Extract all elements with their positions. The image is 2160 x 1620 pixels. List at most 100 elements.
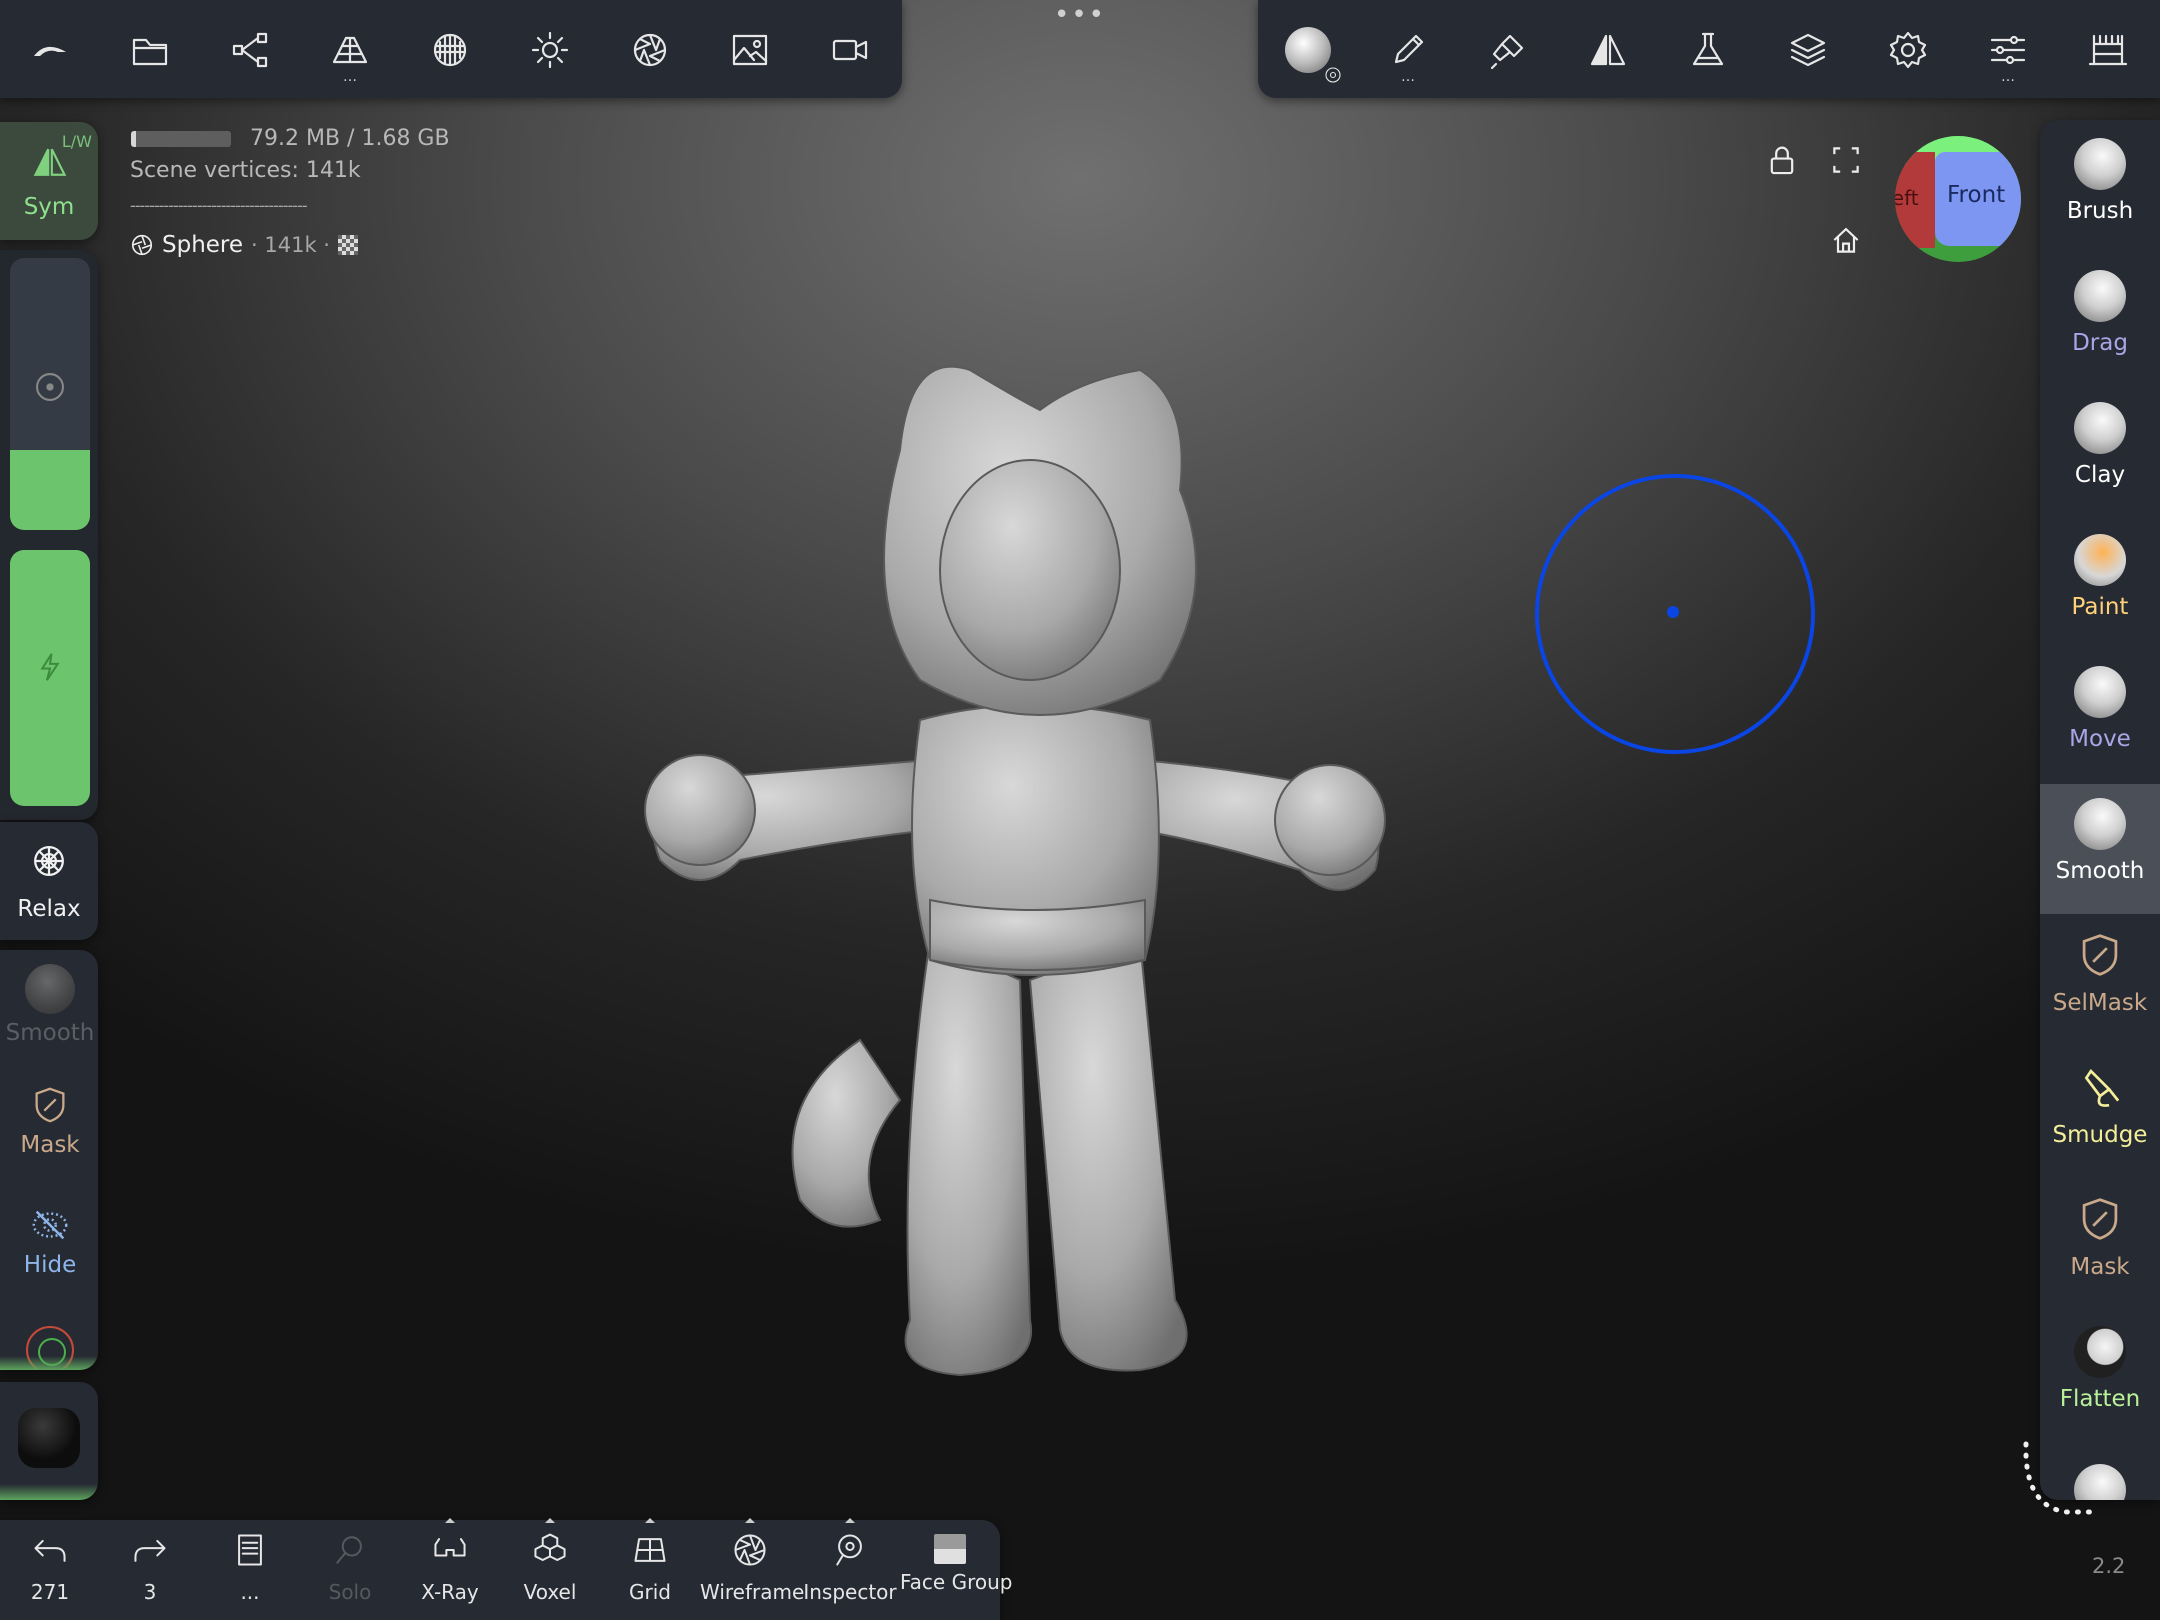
material-preview[interactable]	[0, 1382, 98, 1500]
right-tool-smudge[interactable]: Smudge	[2040, 1048, 2160, 1178]
bottom-tool-xray-glasses[interactable]: X-Ray	[400, 1518, 500, 1604]
smudge-tool-icon	[2074, 1062, 2126, 1114]
stroke-path-icon[interactable]	[2010, 1436, 2100, 1520]
memory-bar-fill	[131, 131, 136, 147]
top-left-toolbar: …	[0, 0, 902, 98]
view-cube[interactable]: Left Front	[1895, 136, 2021, 262]
selmask-tool-icon	[2074, 930, 2126, 982]
right-tool-label: Brush	[2066, 198, 2134, 224]
bottom-tool-voxel[interactable]: Voxel	[500, 1518, 600, 1604]
folder-icon[interactable]	[122, 22, 178, 78]
left-hide-tool[interactable]: Hide	[0, 1204, 98, 1278]
paint-icon[interactable]	[1480, 22, 1536, 78]
lightning-icon	[40, 653, 60, 681]
right-tool-label: Paint	[2071, 594, 2129, 620]
right-tool-clay[interactable]: Clay	[2040, 388, 2160, 518]
intensity-slider[interactable]	[10, 550, 90, 806]
redo-icon	[100, 1530, 200, 1574]
right-tool-flatten[interactable]: Flatten	[2040, 1312, 2160, 1442]
move-tool-icon	[2074, 666, 2126, 718]
brush-tool-icon	[2074, 138, 2126, 190]
bottom-tool-label: Inspector	[803, 1580, 897, 1604]
bottom-tool-label: 3	[143, 1580, 157, 1604]
version-label: 2.2	[2092, 1554, 2126, 1578]
right-tool-mask[interactable]: Mask	[2040, 1180, 2160, 1310]
sym-label: Sym	[23, 194, 75, 220]
material-sphere-icon[interactable]	[422, 22, 478, 78]
right-tool-drag[interactable]: Drag	[2040, 256, 2160, 386]
left-smooth-tool[interactable]: Smooth	[0, 964, 98, 1046]
postprocess-icon[interactable]	[2080, 22, 2136, 78]
camera-icon[interactable]	[822, 22, 878, 78]
bottom-tool-book[interactable]: ...	[200, 1530, 300, 1604]
fullscreen-icon[interactable]	[1830, 144, 1862, 176]
bottom-tool-redo[interactable]: 3	[100, 1530, 200, 1604]
right-tool-move[interactable]: Move	[2040, 652, 2160, 782]
bottom-tool-inspector[interactable]: Inspector	[800, 1518, 900, 1604]
right-tool-label: Smooth	[2055, 858, 2145, 884]
right-tool-paint[interactable]: Paint	[2040, 520, 2160, 650]
sculpt-model[interactable]	[600, 340, 1420, 1420]
right-tool-label: SelMask	[2052, 990, 2148, 1016]
bottom-tool-grid[interactable]: Grid	[600, 1518, 700, 1604]
object-row[interactable]: Sphere · 141k ·	[130, 230, 358, 260]
bottom-tool-face-group[interactable]: Face Group	[900, 1530, 1013, 1594]
home-view-icon[interactable]	[1830, 224, 1862, 256]
more-options-dots[interactable]: •••	[1050, 0, 1110, 36]
bottom-tool-wireframe[interactable]: Wireframe	[700, 1518, 804, 1604]
mask-tool-icon	[2074, 1194, 2126, 1246]
symmetry-icon[interactable]	[1580, 22, 1636, 78]
radius-slider[interactable]	[10, 258, 90, 530]
symmetry-toggle-icon	[33, 148, 67, 176]
smooth-ball-icon	[25, 964, 75, 1014]
left-panel-green-glow	[0, 1356, 98, 1370]
right-tool-smooth[interactable]: Smooth	[2040, 784, 2160, 914]
brush-icon[interactable]: …	[1380, 22, 1436, 84]
relax-button[interactable]: Relax	[0, 822, 98, 940]
left-mask-tool[interactable]: Mask	[0, 1084, 98, 1158]
sphere-object-icon	[131, 234, 153, 256]
relax-web-icon	[34, 846, 64, 876]
settings-icon[interactable]	[1880, 22, 1936, 78]
bottom-tool-undo[interactable]: 271	[0, 1530, 100, 1604]
brush-cursor	[1535, 474, 1815, 754]
sym-button[interactable]: L/W Sym	[0, 122, 98, 240]
flask-icon[interactable]	[1680, 22, 1736, 78]
nomad-logo-icon[interactable]	[22, 22, 78, 78]
smooth-tool-icon	[2074, 798, 2126, 850]
lock-icon[interactable]	[1766, 144, 1798, 176]
material-green-glow	[0, 1484, 98, 1500]
scene-graph-icon[interactable]	[222, 22, 278, 78]
scene-vertices-text: Scene vertices: 141k	[130, 158, 361, 183]
submenu-caret-icon	[645, 1518, 655, 1523]
light-icon[interactable]	[522, 22, 578, 78]
book-icon	[200, 1530, 300, 1574]
sliders-icon[interactable]: …	[1980, 22, 2036, 84]
topology-icon[interactable]: …	[322, 22, 378, 84]
smooth-tool-icon[interactable]	[1280, 22, 1341, 83]
flatten-tool-icon	[2074, 1326, 2126, 1378]
bottom-tool-solo-search[interactable]: Solo	[300, 1530, 400, 1604]
bottom-tool-label: Face Group	[900, 1570, 1013, 1594]
left-quick-tools: Smooth Mask Hide	[0, 950, 98, 1370]
right-tool-label: Drag	[2072, 330, 2128, 356]
background-image-icon[interactable]	[722, 22, 778, 78]
undo-icon	[0, 1530, 100, 1574]
layers-icon[interactable]	[1780, 22, 1836, 78]
memory-text: 79.2 MB / 1.68 GB	[250, 126, 450, 151]
relax-label: Relax	[17, 896, 81, 922]
face-group-icon	[900, 1534, 1000, 1564]
right-tools-panel: Brush Drag Clay Paint Move Smooth SelMask Smudg…	[2040, 120, 2160, 1500]
right-tool-selmask[interactable]: SelMask	[2040, 916, 2160, 1046]
right-tool-label: Mask	[2070, 1254, 2130, 1280]
left-hide-label: Hide	[23, 1252, 77, 1278]
bottom-tool-label: Grid	[629, 1580, 671, 1604]
shading-icon[interactable]	[622, 22, 678, 78]
right-tool-brush[interactable]: Brush	[2040, 124, 2160, 254]
mask-shield-icon	[35, 1087, 65, 1123]
view-cube-front: Front	[1935, 152, 2021, 246]
left-mask-label: Mask	[20, 1132, 80, 1158]
bottom-tool-label: X-Ray	[421, 1580, 479, 1604]
view-cube-left: Left	[1895, 152, 1935, 248]
radius-target-icon	[36, 373, 64, 401]
